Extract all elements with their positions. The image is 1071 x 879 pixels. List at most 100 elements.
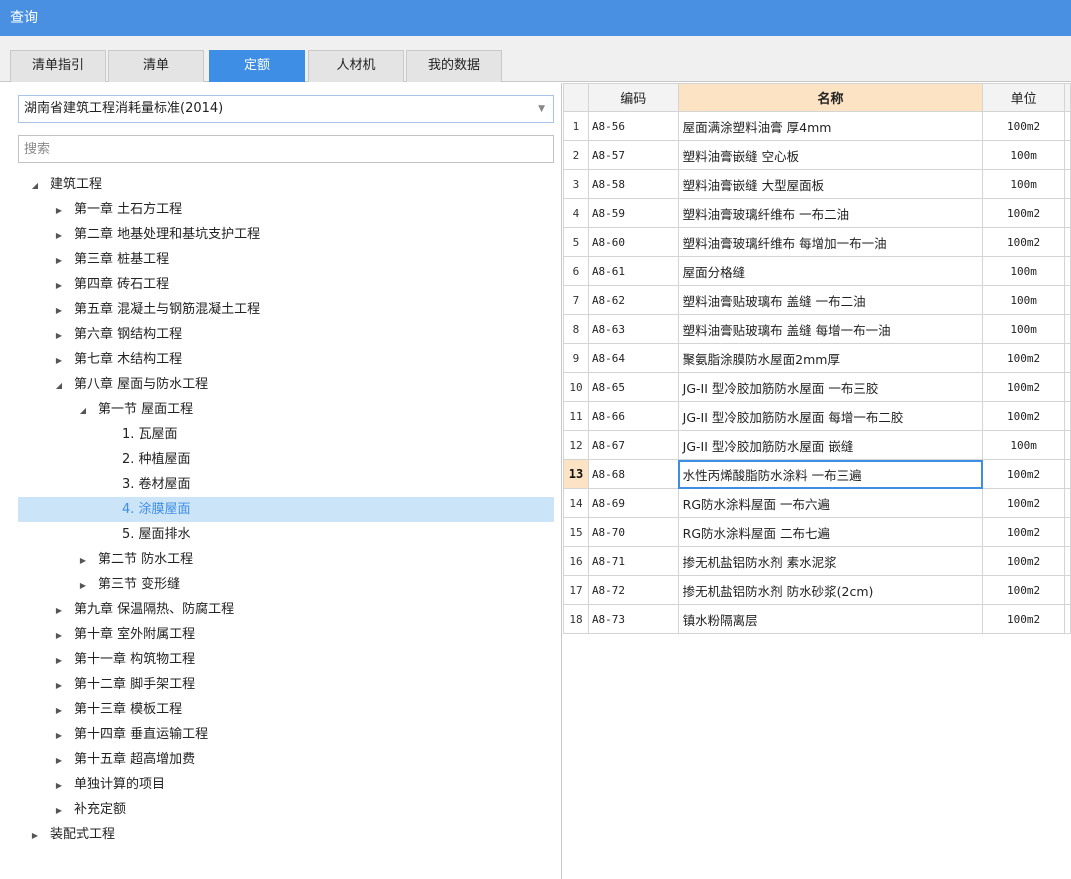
cell-name[interactable]: 聚氨脂涂膜防水屋面2mm厚: [677, 343, 984, 373]
triangle-right-icon[interactable]: ▶: [52, 748, 66, 773]
table-row[interactable]: 9 A8-64 聚氨脂涂膜防水屋面2mm厚 100m2: [563, 343, 1071, 373]
tree-node[interactable]: ▶ 第五章 混凝土与钢筋混凝土工程: [18, 297, 554, 322]
cell-unit[interactable]: 100m2: [982, 517, 1065, 547]
row-number[interactable]: 9: [563, 343, 589, 373]
table-row[interactable]: 10 A8-65 JG-II 型冷胶加筋防水屋面 一布三胶 100m2: [563, 372, 1071, 402]
table-row[interactable]: 7 A8-62 塑料油膏贴玻璃布 盖缝 一布二油 100m: [563, 285, 1071, 315]
tree-node[interactable]: ▶ 第六章 钢结构工程: [18, 322, 554, 347]
row-number[interactable]: 14: [563, 488, 589, 518]
tree-node[interactable]: 2. 种植屋面: [18, 447, 554, 472]
triangle-right-icon[interactable]: ▶: [52, 298, 66, 323]
cell-code[interactable]: A8-69: [587, 488, 679, 518]
table-row[interactable]: 8 A8-63 塑料油膏贴玻璃布 盖缝 每增一布一油 100m: [563, 314, 1071, 344]
tree-node[interactable]: ◢ 第一节 屋面工程: [18, 397, 554, 422]
tab-list[interactable]: 清单: [108, 50, 204, 82]
row-number[interactable]: 8: [563, 314, 589, 344]
cell-unit[interactable]: 100m2: [982, 198, 1065, 228]
cell-code[interactable]: A8-66: [587, 401, 679, 431]
row-number[interactable]: 3: [563, 169, 589, 199]
cell-unit[interactable]: 100m2: [982, 575, 1065, 605]
triangle-right-icon[interactable]: ▶: [76, 548, 90, 573]
table-row[interactable]: 5 A8-60 塑料油膏玻璃纤维布 每增加一布一油 100m2: [563, 227, 1071, 257]
triangle-right-icon[interactable]: ▶: [52, 673, 66, 698]
column-header-code[interactable]: 编码: [587, 83, 679, 112]
cell-unit[interactable]: 100m2: [982, 343, 1065, 373]
table-row[interactable]: 15 A8-70 RG防水涂料屋面 二布七遍 100m2: [563, 517, 1071, 547]
cell-unit[interactable]: 100m: [982, 285, 1065, 315]
triangle-right-icon[interactable]: ▶: [76, 573, 90, 598]
cell-code[interactable]: A8-65: [587, 372, 679, 402]
cell-name[interactable]: JG-II 型冷胶加筋防水屋面 一布三胶: [677, 372, 984, 402]
tree-node[interactable]: ▶ 第十五章 超高增加费: [18, 747, 554, 772]
triangle-right-icon[interactable]: ▶: [52, 348, 66, 373]
triangle-down-icon[interactable]: ◢: [28, 173, 42, 198]
cell-code[interactable]: A8-64: [587, 343, 679, 373]
tree-node[interactable]: ▶ 第三节 变形缝: [18, 572, 554, 597]
table-row[interactable]: 3 A8-58 塑料油膏嵌缝 大型屋面板 100m: [563, 169, 1071, 199]
tree-node[interactable]: 3. 卷材屋面: [18, 472, 554, 497]
cell-code[interactable]: A8-67: [587, 430, 679, 460]
cell-code[interactable]: A8-70: [587, 517, 679, 547]
cell-name[interactable]: RG防水涂料屋面 一布六遍: [677, 488, 984, 518]
row-number[interactable]: 13: [563, 459, 589, 489]
cell-code[interactable]: A8-56: [587, 111, 679, 141]
cell-name[interactable]: 镇水粉隔离层: [677, 604, 984, 634]
standard-select[interactable]: 湖南省建筑工程消耗量标准(2014) ▼: [18, 95, 554, 123]
row-number[interactable]: 16: [563, 546, 589, 576]
cell-unit[interactable]: 100m2: [982, 372, 1065, 402]
triangle-right-icon[interactable]: ▶: [52, 248, 66, 273]
tree-node[interactable]: ▶ 装配式工程: [18, 822, 554, 847]
table-row[interactable]: 4 A8-59 塑料油膏玻璃纤维布 一布二油 100m2: [563, 198, 1071, 228]
tab-my-data[interactable]: 我的数据: [406, 50, 502, 82]
cell-unit[interactable]: 100m2: [982, 604, 1065, 634]
cell-code[interactable]: A8-71: [587, 546, 679, 576]
cell-code[interactable]: A8-60: [587, 227, 679, 257]
cell-name[interactable]: 塑料油膏贴玻璃布 盖缝 一布二油: [677, 285, 984, 315]
triangle-right-icon[interactable]: ▶: [52, 773, 66, 798]
tree-node[interactable]: 4. 涂膜屋面: [18, 497, 554, 522]
cell-code[interactable]: A8-58: [587, 169, 679, 199]
tree-node[interactable]: ▶ 补充定额: [18, 797, 554, 822]
tree-node[interactable]: ▶ 第十章 室外附属工程: [18, 622, 554, 647]
cell-unit[interactable]: 100m: [982, 140, 1065, 170]
tab-labor-material-machine[interactable]: 人材机: [308, 50, 404, 82]
cell-name[interactable]: 水性丙烯酸脂防水涂料 一布三遍: [677, 459, 984, 489]
triangle-right-icon[interactable]: ▶: [52, 698, 66, 723]
table-row[interactable]: 13 A8-68 水性丙烯酸脂防水涂料 一布三遍 100m2: [563, 459, 1071, 489]
triangle-right-icon[interactable]: ▶: [52, 623, 66, 648]
column-header-name[interactable]: 名称: [677, 83, 984, 112]
cell-name[interactable]: JG-II 型冷胶加筋防水屋面 嵌缝: [677, 430, 984, 460]
cell-unit[interactable]: 100m2: [982, 227, 1065, 257]
cell-unit[interactable]: 100m: [982, 430, 1065, 460]
cell-unit[interactable]: 100m: [982, 256, 1065, 286]
row-number[interactable]: 1: [563, 111, 589, 141]
cell-name[interactable]: 屋面分格缝: [677, 256, 984, 286]
row-number[interactable]: 15: [563, 517, 589, 547]
row-number[interactable]: 7: [563, 285, 589, 315]
table-row[interactable]: 14 A8-69 RG防水涂料屋面 一布六遍 100m2: [563, 488, 1071, 518]
tree-node[interactable]: ▶ 第十一章 构筑物工程: [18, 647, 554, 672]
tree-node[interactable]: ▶ 第三章 桩基工程: [18, 247, 554, 272]
table-row[interactable]: 2 A8-57 塑料油膏嵌缝 空心板 100m: [563, 140, 1071, 170]
row-number[interactable]: 5: [563, 227, 589, 257]
cell-code[interactable]: A8-63: [587, 314, 679, 344]
tree-node[interactable]: ▶ 单独计算的项目: [18, 772, 554, 797]
table-row[interactable]: 1 A8-56 屋面满涂塑料油膏 厚4mm 100m2: [563, 111, 1071, 141]
cell-unit[interactable]: 100m: [982, 169, 1065, 199]
tree-node[interactable]: 5. 屋面排水: [18, 522, 554, 547]
search-input[interactable]: [18, 135, 554, 163]
row-number[interactable]: 12: [563, 430, 589, 460]
tab-quota[interactable]: 定额: [209, 50, 305, 82]
cell-code[interactable]: A8-73: [587, 604, 679, 634]
table-row[interactable]: 18 A8-73 镇水粉隔离层 100m2: [563, 604, 1071, 634]
triangle-right-icon[interactable]: ▶: [28, 823, 42, 848]
tree-node[interactable]: ▶ 第十三章 模板工程: [18, 697, 554, 722]
cell-name[interactable]: 掺无机盐铝防水剂 素水泥浆: [677, 546, 984, 576]
cell-unit[interactable]: 100m2: [982, 546, 1065, 576]
triangle-right-icon[interactable]: ▶: [52, 648, 66, 673]
tree-node[interactable]: ▶ 第二节 防水工程: [18, 547, 554, 572]
triangle-right-icon[interactable]: ▶: [52, 223, 66, 248]
tree-node[interactable]: ▶ 第九章 保温隔热、防腐工程: [18, 597, 554, 622]
table-row[interactable]: 17 A8-72 掺无机盐铝防水剂 防水砂浆(2cm) 100m2: [563, 575, 1071, 605]
triangle-down-icon[interactable]: ◢: [52, 373, 66, 398]
